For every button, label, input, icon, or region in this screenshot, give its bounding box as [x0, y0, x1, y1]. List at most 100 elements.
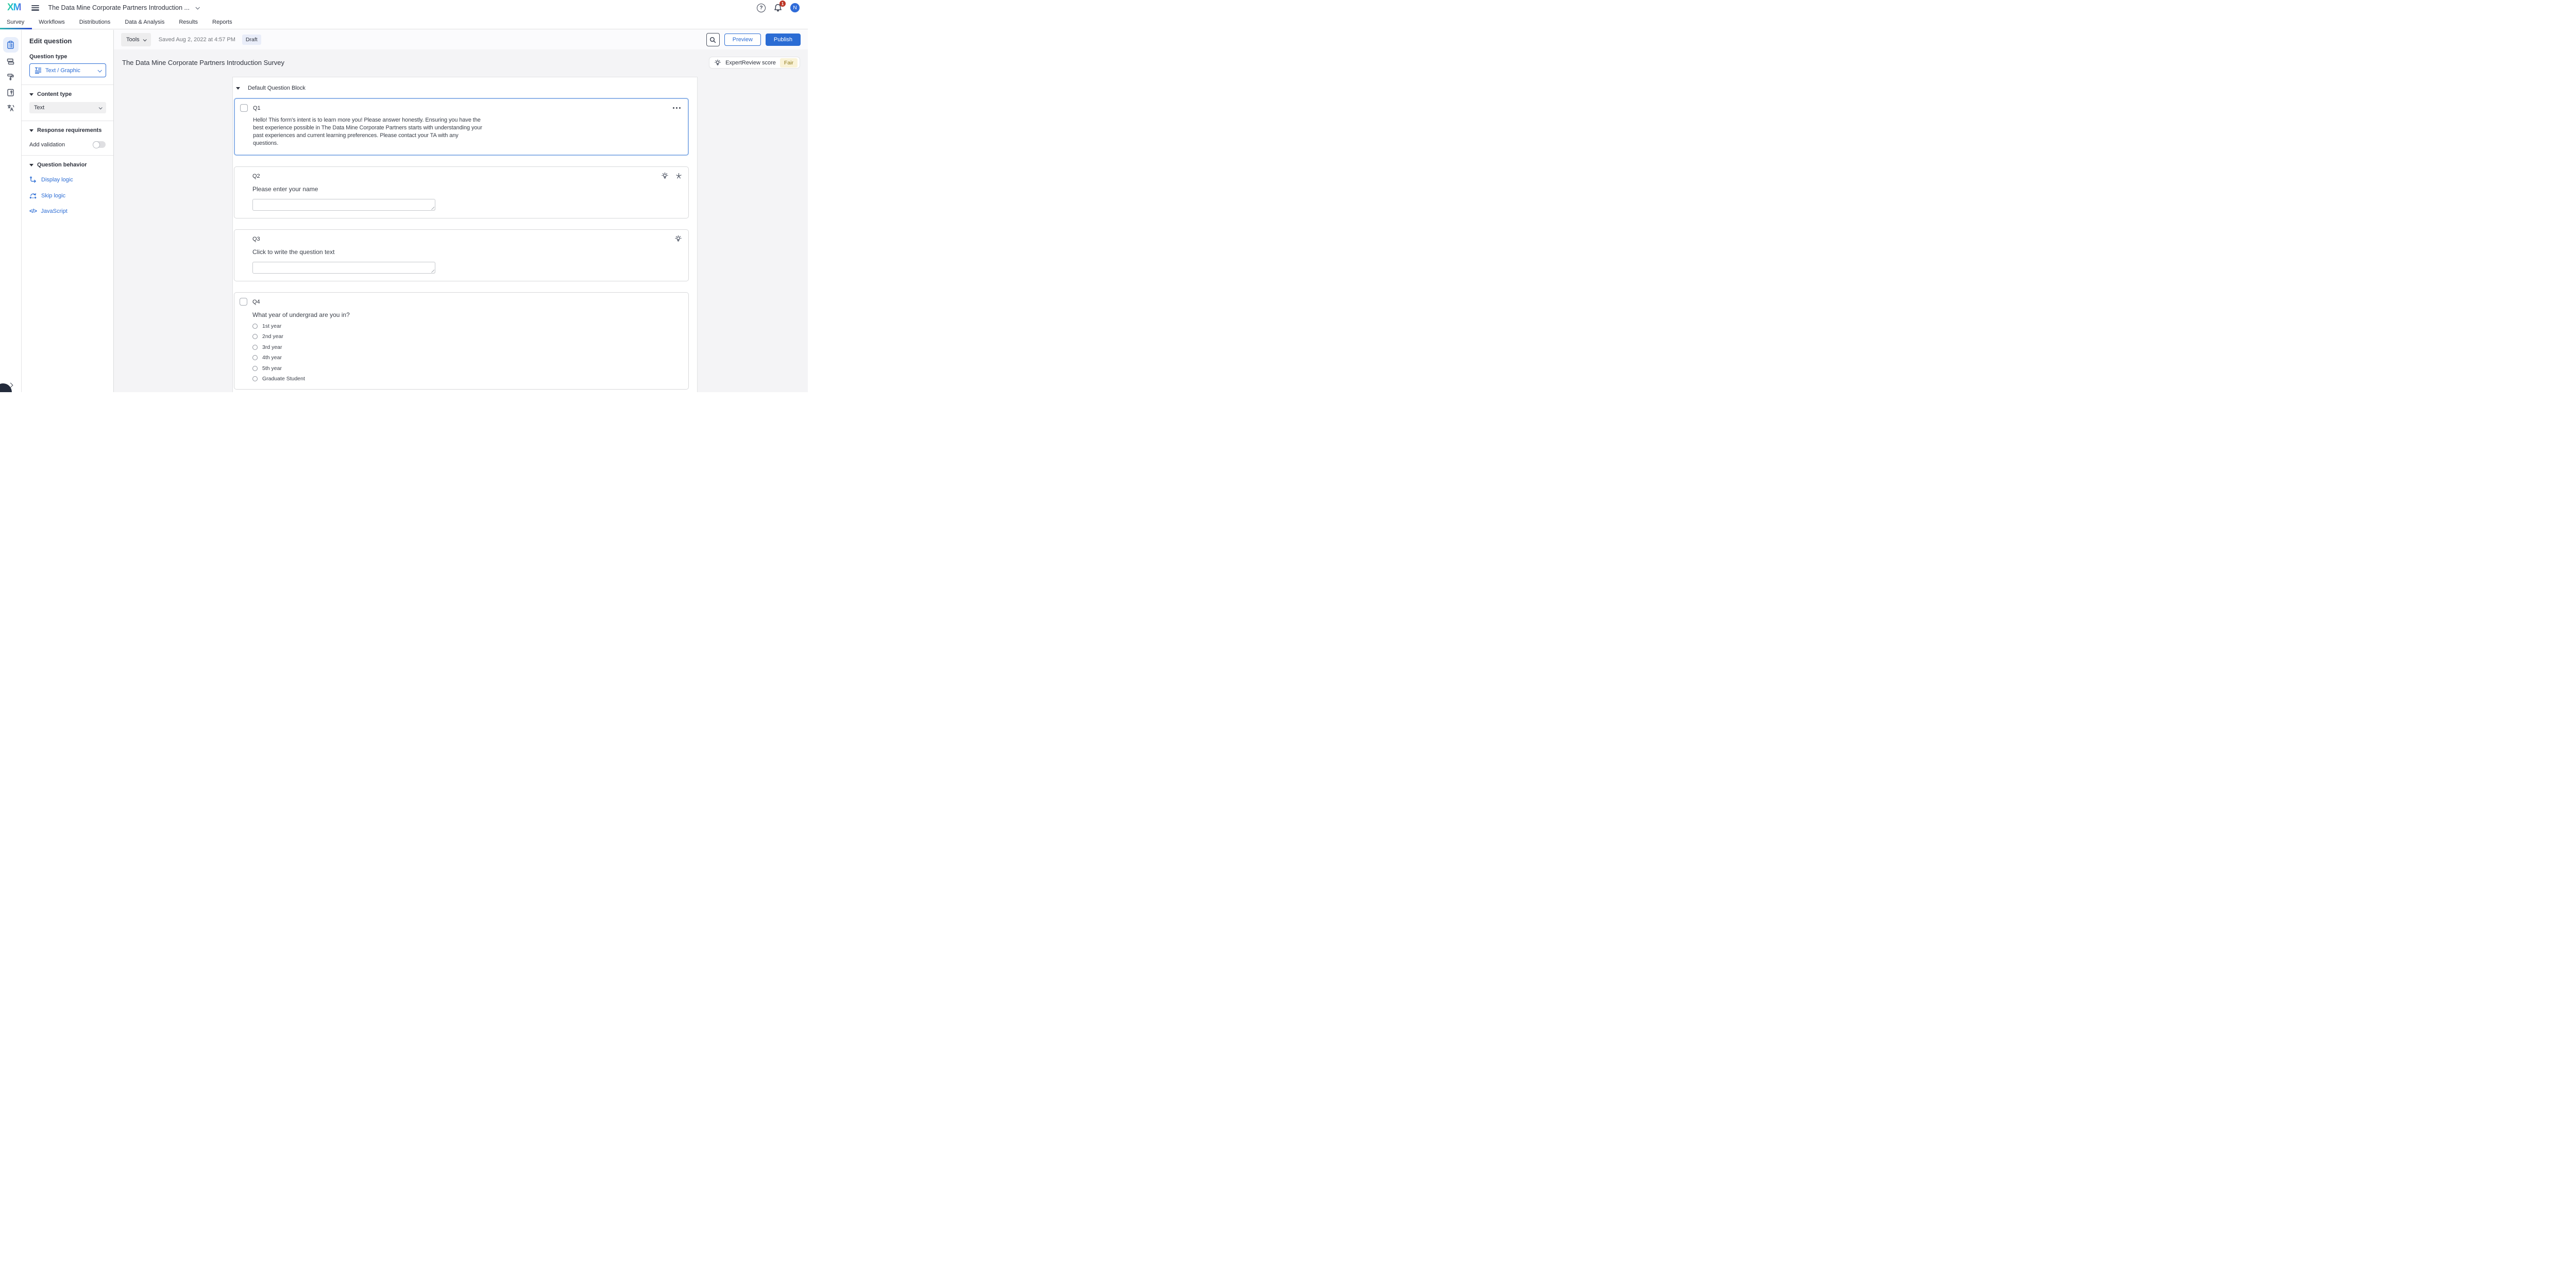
tab-distributions[interactable]: Distributions	[79, 19, 111, 25]
radio-option: 3rd year	[252, 344, 682, 350]
question-checkbox[interactable]	[240, 298, 247, 306]
qualtrics-survey-builder: XM The Data Mine Corporate Partners Intr…	[0, 0, 808, 392]
question-text[interactable]: Hello! This form's intent is to learn mo…	[253, 116, 482, 147]
question-card-q3[interactable]: Q3 Click to write the question text	[234, 229, 689, 281]
survey-title-row: The Data Mine Corporate Partners Introdu…	[114, 49, 808, 69]
radio-button[interactable]	[252, 334, 258, 339]
response-requirements-section[interactable]: Response requirements	[29, 127, 106, 133]
question-type-value: Text / Graphic	[45, 68, 80, 74]
notifications-button[interactable]: 1	[773, 3, 783, 12]
search-button[interactable]	[706, 33, 720, 46]
radio-button[interactable]	[252, 366, 258, 371]
look-and-feel-icon[interactable]	[3, 70, 19, 83]
option-label[interactable]: Graduate Student	[262, 376, 305, 382]
radio-option: 1st year	[252, 323, 682, 329]
tab-survey[interactable]: Survey	[7, 19, 24, 25]
question-text[interactable]: Please enter your name	[252, 186, 682, 193]
option-label[interactable]: 5th year	[262, 365, 282, 372]
question-checkbox[interactable]	[240, 104, 248, 112]
skip-logic-link[interactable]: Skip logic	[29, 192, 106, 199]
option-label[interactable]: 1st year	[262, 323, 281, 329]
skip-logic-icon	[29, 192, 37, 199]
question-id: Q1	[253, 105, 261, 111]
add-validation-label: Add validation	[29, 142, 65, 148]
tab-workflows[interactable]: Workflows	[39, 19, 65, 25]
divider	[22, 155, 113, 156]
block-header: Default Question Block	[234, 85, 689, 91]
content-type-select[interactable]: Text	[29, 102, 106, 113]
header-actions: ? 1 N	[757, 3, 803, 12]
question-indicators	[674, 235, 682, 243]
question-card-q1[interactable]: Q1 Hello! This form's intent is to learn…	[234, 98, 689, 156]
content-type-value: Text	[34, 105, 44, 111]
add-validation-toggle[interactable]	[93, 141, 106, 148]
choice-list: 1st year 2nd year 3rd year 4th year	[252, 323, 682, 382]
publish-button[interactable]: Publish	[766, 33, 801, 46]
question-text[interactable]: Click to write the question text	[252, 248, 682, 256]
radio-button[interactable]	[252, 355, 258, 360]
draft-badge: Draft	[242, 35, 261, 45]
survey-builder-icon[interactable]	[3, 37, 19, 53]
collapse-icon	[29, 93, 33, 96]
collapse-block-icon[interactable]	[236, 87, 240, 90]
avatar[interactable]: N	[790, 3, 800, 12]
chevron-down-icon	[99, 106, 103, 109]
tab-data-analysis[interactable]: Data & Analysis	[125, 19, 164, 25]
tools-label: Tools	[126, 37, 140, 43]
question-header: Q4	[252, 298, 682, 306]
text-graphic-icon	[35, 67, 42, 74]
display-logic-link[interactable]: Display logic	[29, 176, 106, 183]
preview-button[interactable]: Preview	[724, 33, 761, 46]
collapse-icon	[29, 164, 33, 166]
javascript-link[interactable]: </> JavaScript	[29, 208, 106, 214]
survey-canvas: Tools Saved Aug 2, 2022 at 4:57 PM Draft…	[114, 30, 808, 392]
question-menu-icon[interactable]	[672, 105, 682, 111]
answer-text-input[interactable]	[252, 199, 435, 211]
body-layout: Edit question Question type Text / Graph…	[0, 30, 808, 392]
radio-option: Graduate Student	[252, 376, 682, 382]
option-label[interactable]: 2nd year	[262, 333, 283, 340]
chevron-down-icon[interactable]	[195, 5, 199, 9]
option-label[interactable]: 4th year	[262, 355, 282, 361]
answer-text-input[interactable]	[252, 262, 435, 274]
tab-reports[interactable]: Reports	[212, 19, 232, 25]
display-logic-label: Display logic	[41, 177, 73, 183]
display-logic-icon	[29, 176, 37, 183]
help-icon[interactable]: ?	[757, 4, 766, 12]
lightbulb-icon[interactable]	[661, 172, 669, 180]
tools-button[interactable]: Tools	[121, 33, 151, 46]
question-id: Q3	[252, 236, 260, 242]
question-id: Q4	[252, 299, 260, 305]
question-text[interactable]: What year of undergrad are you in?	[252, 311, 682, 318]
question-behavior-section[interactable]: Question behavior	[29, 162, 106, 168]
collapse-icon	[29, 129, 33, 132]
active-tab-indicator	[0, 28, 32, 29]
top-header: XM The Data Mine Corporate Partners Intr…	[0, 0, 808, 15]
survey-options-icon[interactable]	[3, 86, 19, 99]
question-card-q2[interactable]: Q2 Please enter your name	[234, 166, 689, 218]
blocks-icon[interactable]	[3, 55, 19, 68]
content-type-label: Content type	[37, 91, 72, 97]
survey-name[interactable]: The Data Mine Corporate Partners Introdu…	[48, 4, 190, 11]
main-nav: Survey Workflows Distributions Data & An…	[0, 15, 808, 29]
radio-button[interactable]	[252, 376, 258, 381]
block-title[interactable]: Default Question Block	[248, 85, 306, 91]
radio-button[interactable]	[252, 324, 258, 329]
translations-icon[interactable]	[3, 101, 19, 114]
question-card-q4[interactable]: Q4 What year of undergrad are you in? 1s…	[234, 292, 689, 390]
hamburger-menu-icon[interactable]	[31, 5, 39, 11]
content-type-section[interactable]: Content type	[29, 91, 106, 97]
survey-toolbar: Tools Saved Aug 2, 2022 at 4:57 PM Draft…	[114, 30, 808, 49]
question-type-label: Question type	[29, 54, 106, 60]
radio-button[interactable]	[252, 345, 258, 350]
expert-review-chip[interactable]: ExpertReview score Fair	[709, 57, 800, 69]
search-icon	[709, 37, 716, 43]
option-label[interactable]: 3rd year	[262, 344, 282, 350]
chevron-down-icon	[97, 68, 101, 72]
question-type-select[interactable]: Text / Graphic	[29, 63, 106, 77]
tab-results[interactable]: Results	[179, 19, 198, 25]
skip-logic-label: Skip logic	[41, 193, 65, 199]
lightbulb-icon[interactable]	[674, 235, 682, 243]
edit-question-panel: Edit question Question type Text / Graph…	[22, 30, 114, 392]
radio-option: 4th year	[252, 355, 682, 361]
